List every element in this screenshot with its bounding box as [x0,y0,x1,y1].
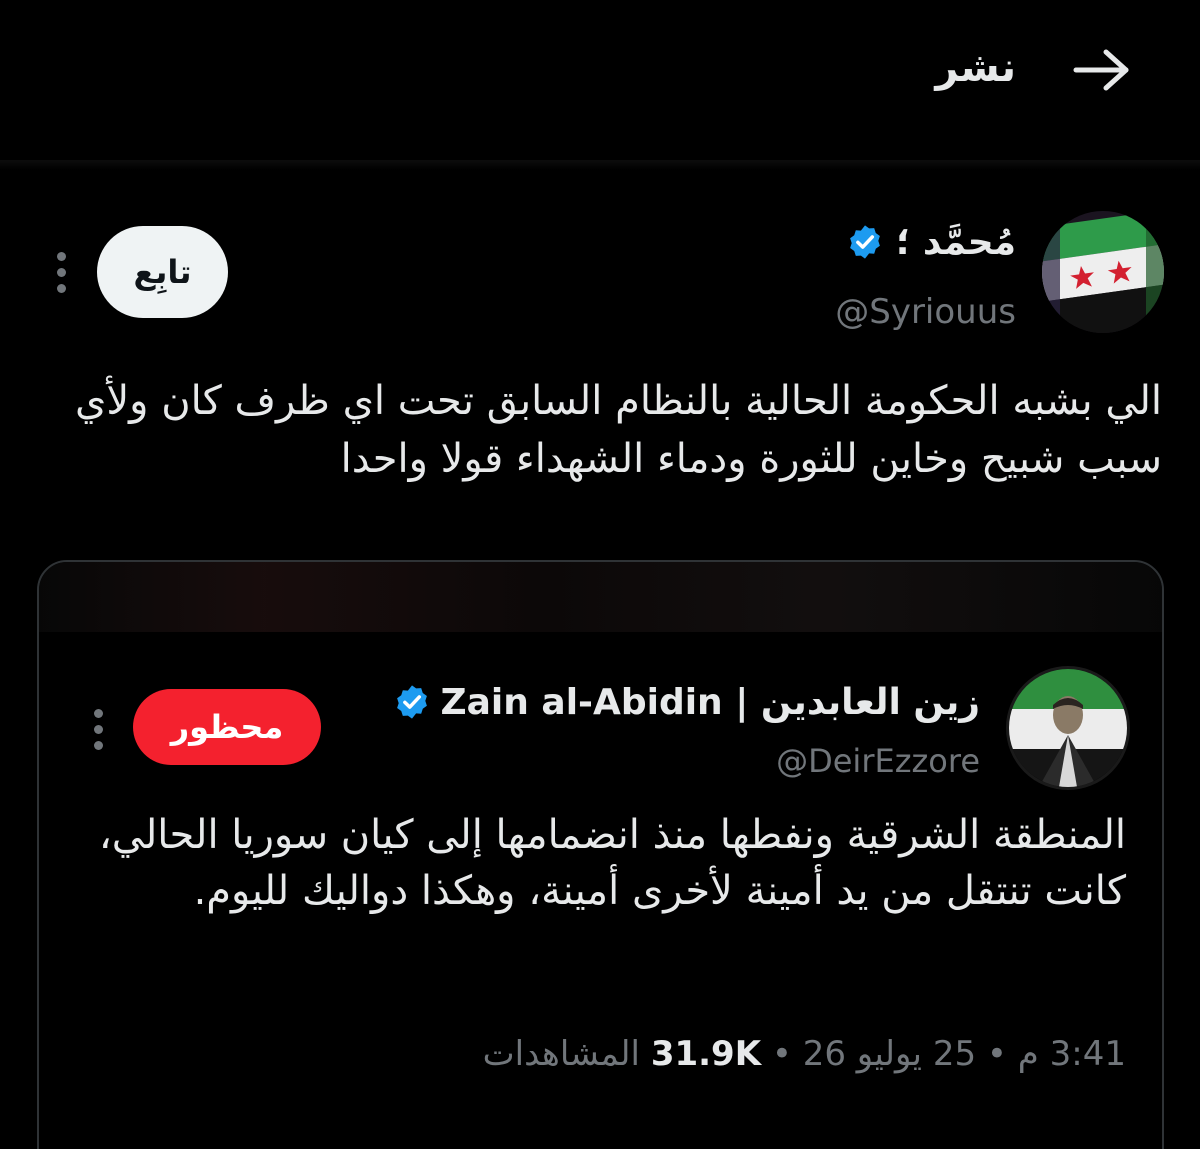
author-handle[interactable]: @Syriouus [835,292,1016,332]
author-name[interactable]: مُحمَّد ؛ [896,222,1016,263]
tweet-date: 25 يوليو 26 [802,1034,977,1074]
quote-author-handle[interactable]: @DeirEzzore [776,742,980,780]
author-name-row: مُحمَّد ؛ [846,214,1016,270]
header-divider [0,160,1200,170]
tweet-time: 3:41 م [1017,1034,1126,1074]
more-vertical-icon[interactable] [90,709,106,750]
verified-badge-icon [396,685,427,719]
author-avatar[interactable] [1042,211,1164,333]
quote-author-name[interactable]: Zain al-Abidin | زين العابدين [441,682,981,723]
tweet-detail-page: نشر مُحمَّد ؛ @Syriouus تابِع الي بشبه ا… [0,0,1200,1149]
avatar-portrait-image [1009,669,1127,787]
meta-separator: • [771,1034,792,1074]
views-count[interactable]: 31.9K [651,1034,761,1074]
blocked-button[interactable]: محظور [133,689,321,765]
tweet-meta: 3:41 م • 25 يوليو 26 • 31.9K المشاهدات [483,1034,1126,1074]
more-vertical-icon[interactable] [53,252,69,293]
verified-badge-icon [850,225,880,259]
quote-name-row: Zain al-Abidin | زين العابدين [393,674,981,730]
top-bar: نشر [0,0,1200,160]
tweet-text: الي بشبه الحكومة الحالية بالنظام السابق … [75,378,1162,482]
views-label: المشاهدات [482,1034,640,1074]
meta-separator: • [986,1034,1007,1074]
arrow-right-icon [1073,49,1129,91]
back-button[interactable] [1066,40,1136,100]
quoted-tweet-card[interactable]: Zain al-Abidin | زين العابدين @DeirEzzor… [37,560,1164,1149]
quote-author-avatar[interactable] [1006,666,1130,790]
quote-banner [39,562,1162,632]
page-title: نشر [935,45,1016,91]
quote-text: المنطقة الشرقية ونفطها منذ انضمامها إلى … [98,812,1126,914]
avatar-flag-image [1042,211,1164,333]
follow-button[interactable]: تابِع [97,226,228,318]
